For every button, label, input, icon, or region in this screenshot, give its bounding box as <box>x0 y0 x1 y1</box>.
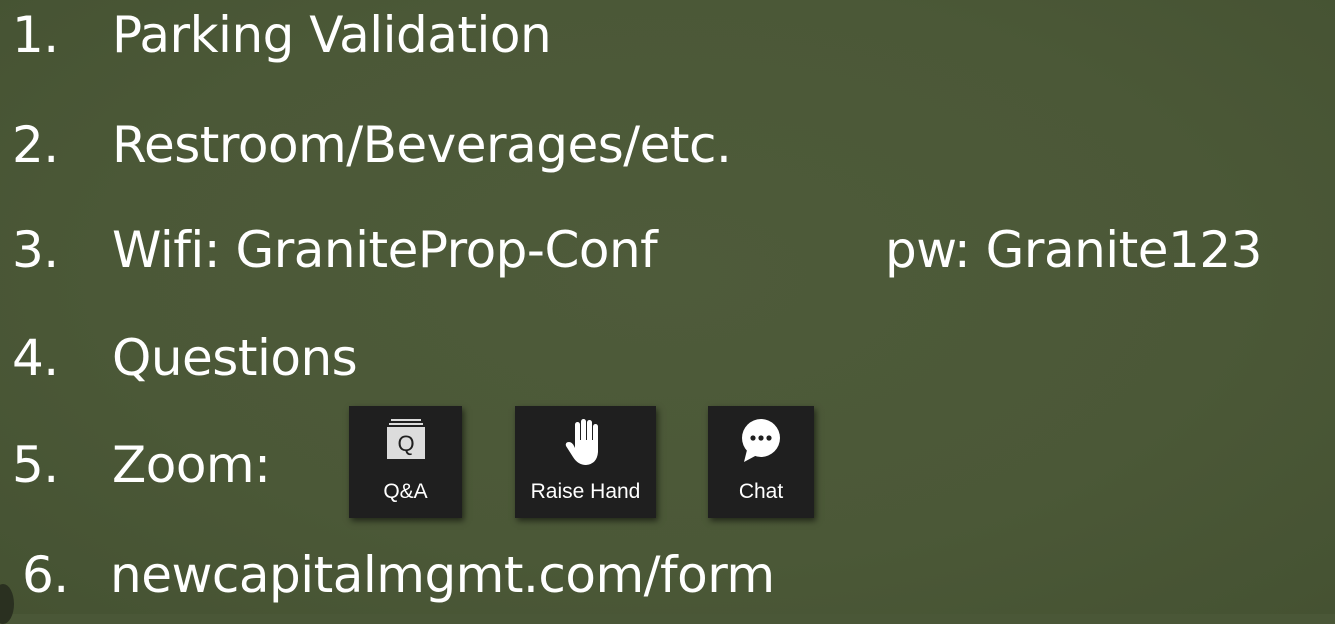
item-text: Parking Validation <box>112 6 552 64</box>
raise-hand-button[interactable]: Raise Hand <box>515 406 656 518</box>
qa-icon: Q <box>349 418 462 462</box>
item-number: 2. <box>12 116 59 174</box>
item-text: Zoom: <box>112 436 271 494</box>
list-item-wifi: 3. Wifi: GraniteProp-Conf <box>12 221 658 279</box>
list-item-restroom: 2. Restroom/Beverages/etc. <box>12 116 732 174</box>
item-number: 1. <box>12 6 59 64</box>
wifi-password: pw: Granite123 <box>885 221 1262 279</box>
item-number: 3. <box>12 221 59 279</box>
list-item-questions: 4. Questions <box>12 329 358 387</box>
list-item-parking: 1. Parking Validation <box>12 6 552 64</box>
chat-label: Chat <box>738 480 784 503</box>
item-number: 6. <box>22 546 69 604</box>
list-item-form-link: 6. newcapitalmgmt.com/form <box>22 550 775 600</box>
item-text: Restroom/Beverages/etc. <box>112 116 732 174</box>
qa-button[interactable]: Q Q&A <box>349 406 462 518</box>
list-item-zoom: 5. Zoom: <box>12 440 271 490</box>
item-text: Wifi: GraniteProp-Conf <box>112 221 658 279</box>
slide-corner-decoration <box>0 584 14 624</box>
item-number: 5. <box>12 436 59 494</box>
chat-button[interactable]: Chat <box>708 406 814 518</box>
svg-text:Q: Q <box>397 431 414 456</box>
chat-icon <box>708 418 814 464</box>
item-text: newcapitalmgmt.com/form <box>110 546 775 604</box>
item-text: Questions <box>112 329 358 387</box>
qa-label: Q&A <box>383 480 428 503</box>
item-number: 4. <box>12 329 59 387</box>
slide: 1. Parking Validation 2. Restroom/Beverage… <box>0 0 1335 624</box>
raise-hand-icon <box>515 418 656 468</box>
raise-hand-label: Raise Hand <box>530 480 641 503</box>
